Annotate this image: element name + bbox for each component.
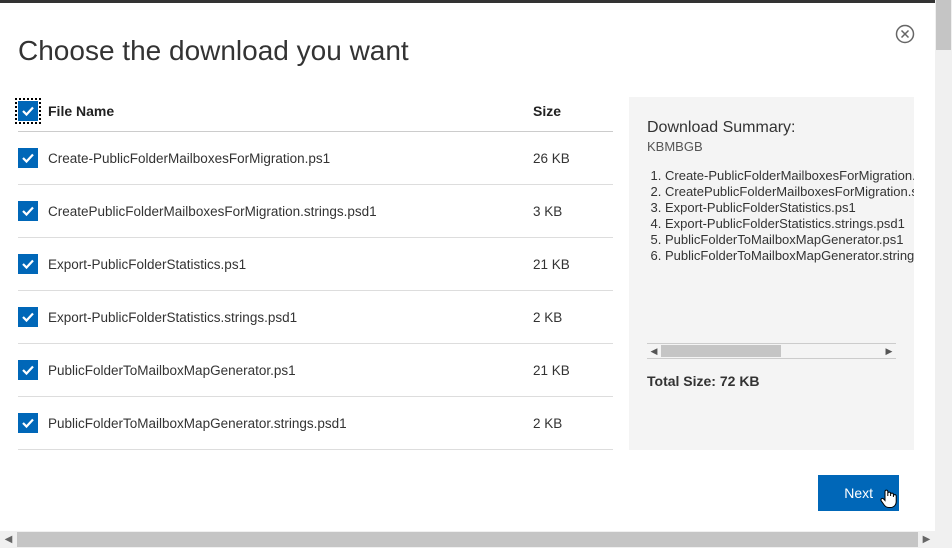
close-button[interactable] bbox=[895, 24, 915, 44]
page-title: Choose the download you want bbox=[18, 35, 935, 67]
checkmark-icon bbox=[21, 257, 35, 271]
summary-title: Download Summary: bbox=[647, 119, 896, 137]
file-name: Export-PublicFolderStatistics.ps1 bbox=[48, 257, 533, 272]
table-row: Create-PublicFolderMailboxesForMigration… bbox=[18, 132, 613, 185]
file-name: PublicFolderToMailboxMapGenerator.ps1 bbox=[48, 363, 533, 378]
file-size: 2 KB bbox=[533, 416, 613, 431]
file-table: File Name Size Create-PublicFolderMailbo… bbox=[18, 97, 613, 450]
page-vertical-scrollbar[interactable] bbox=[935, 0, 952, 531]
checkmark-icon bbox=[21, 310, 35, 324]
scroll-right-arrow-icon[interactable]: ▶ bbox=[882, 346, 896, 357]
page-horizontal-scrollbar-thumb[interactable] bbox=[17, 532, 918, 547]
summary-item: Export-PublicFolderStatistics.ps1 bbox=[665, 200, 896, 215]
column-header-size: Size bbox=[533, 103, 613, 119]
summary-list: Create-PublicFolderMailboxesForMigration… bbox=[647, 168, 896, 263]
select-all-checkbox[interactable] bbox=[18, 101, 38, 121]
scroll-left-arrow-icon[interactable]: ◀ bbox=[647, 346, 661, 357]
file-checkbox[interactable] bbox=[18, 148, 38, 168]
checkmark-icon bbox=[21, 151, 35, 165]
summary-item: Create-PublicFolderMailboxesForMigration… bbox=[665, 168, 896, 183]
summary-item: CreatePublicFolderMailboxesForMigration.… bbox=[665, 184, 896, 199]
file-name: Export-PublicFolderStatistics.strings.ps… bbox=[48, 310, 533, 325]
top-divider bbox=[0, 0, 935, 3]
total-size: Total Size: 72 KB bbox=[647, 373, 896, 389]
table-row: PublicFolderToMailboxMapGenerator.string… bbox=[18, 397, 613, 450]
checkmark-icon bbox=[21, 363, 35, 377]
file-size: 21 KB bbox=[533, 363, 613, 378]
checkmark-icon bbox=[21, 204, 35, 218]
scroll-left-arrow-icon[interactable]: ◀ bbox=[0, 531, 17, 548]
column-header-name: File Name bbox=[48, 103, 533, 119]
page-vertical-scrollbar-thumb[interactable] bbox=[936, 0, 951, 50]
scroll-corner bbox=[935, 531, 952, 548]
file-checkbox[interactable] bbox=[18, 254, 38, 274]
file-size: 21 KB bbox=[533, 257, 613, 272]
summary-item: Export-PublicFolderStatistics.strings.ps… bbox=[665, 216, 896, 231]
checkmark-icon bbox=[21, 104, 35, 118]
summary-horizontal-scrollbar[interactable]: ◀ ▶ bbox=[647, 343, 896, 359]
file-checkbox[interactable] bbox=[18, 307, 38, 327]
table-row: PublicFolderToMailboxMapGenerator.ps121 … bbox=[18, 344, 613, 397]
file-name: PublicFolderToMailboxMapGenerator.string… bbox=[48, 416, 533, 431]
file-size: 2 KB bbox=[533, 310, 613, 325]
table-row: CreatePublicFolderMailboxesForMigration.… bbox=[18, 185, 613, 238]
file-size: 26 KB bbox=[533, 151, 613, 166]
summary-scroll-thumb[interactable] bbox=[661, 345, 781, 357]
file-name: Create-PublicFolderMailboxesForMigration… bbox=[48, 151, 533, 166]
file-checkbox[interactable] bbox=[18, 413, 38, 433]
close-icon bbox=[895, 24, 915, 44]
table-row: Export-PublicFolderStatistics.ps121 KB bbox=[18, 238, 613, 291]
table-header: File Name Size bbox=[18, 97, 613, 132]
table-row: Export-PublicFolderStatistics.strings.ps… bbox=[18, 291, 613, 344]
summary-item: PublicFolderToMailboxMapGenerator.ps1 bbox=[665, 232, 896, 247]
page-horizontal-scrollbar-track[interactable] bbox=[17, 531, 918, 548]
summary-item: PublicFolderToMailboxMapGenerator.string… bbox=[665, 248, 896, 263]
file-size: 3 KB bbox=[533, 204, 613, 219]
checkmark-icon bbox=[21, 416, 35, 430]
scroll-right-arrow-icon[interactable]: ▶ bbox=[918, 531, 935, 548]
page-horizontal-scrollbar[interactable]: ◀ ▶ bbox=[0, 531, 935, 548]
file-name: CreatePublicFolderMailboxesForMigration.… bbox=[48, 204, 533, 219]
summary-scroll-track[interactable] bbox=[661, 345, 882, 357]
download-summary-panel: Download Summary: KBMBGB Create-PublicFo… bbox=[629, 97, 914, 450]
summary-subtitle: KBMBGB bbox=[647, 139, 896, 154]
file-checkbox[interactable] bbox=[18, 201, 38, 221]
next-button[interactable]: Next bbox=[818, 475, 899, 511]
file-checkbox[interactable] bbox=[18, 360, 38, 380]
